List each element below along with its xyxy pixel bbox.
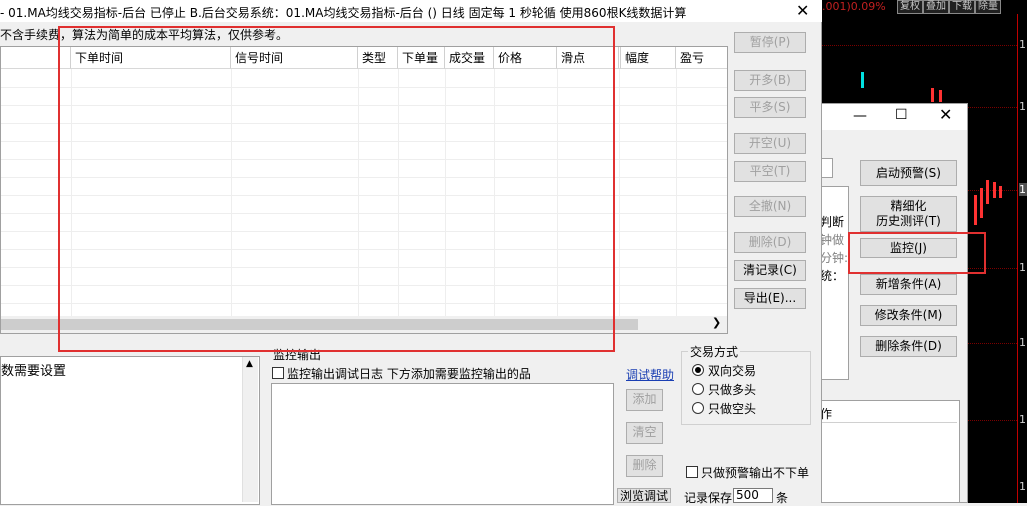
trade-mode-label: 交易方式 [688,343,741,360]
browse-debug-button[interactable]: 浏览调试 [617,488,671,503]
open-short-button[interactable]: 开空(U) [734,133,806,154]
button-line: 精细化 [890,199,927,213]
cancel-all-button[interactable]: 全撤(N) [734,196,806,217]
chart-btn-overlay[interactable]: 叠加 [923,0,949,14]
price-label: 1. [1019,413,1027,426]
highlight-box [58,26,615,352]
radio-label: 双向交易 [708,364,757,378]
close-long-button[interactable]: 平多(S) [734,97,806,118]
highlight-box [848,232,986,274]
table-column-line [619,69,620,317]
info-text: 钟做 [820,233,845,247]
radio-two-way[interactable] [692,364,704,376]
clear-log-button[interactable]: 清记录(C) [734,260,806,281]
condition-list-header: 作 [820,401,957,423]
export-button[interactable]: 导出(E)... [734,288,806,309]
delete-button[interactable]: 删除(D) [734,232,806,253]
keep-records-input[interactable]: 500 [733,488,773,503]
condition-dialog: — ☐ ✕ 判断 钟做 分钟: 统： 启动预警(S) 精细化 历史测评(T) 监… [818,103,968,503]
monitor-symbol-list[interactable] [271,383,614,505]
candle [986,180,989,204]
add-symbol-button[interactable]: 添加 [626,389,663,411]
keep-records-label: 记录保存 [684,491,733,505]
alert-only-label: 只做预警输出不下单 [701,466,810,480]
table-column-line [676,69,677,317]
price-label: 1. [1019,183,1027,196]
clear-symbols-button[interactable]: 清空 [626,422,663,444]
condition-list[interactable]: 作 [819,400,960,503]
chart-btn-volume[interactable]: 除量 [975,0,1001,14]
window-titlebar: - 01.MA均线交易指标-后台 已停止 B.后台交易系统：01.MA均线交易指… [0,0,822,22]
add-condition-button[interactable]: 新增条件(A) [860,274,957,295]
price-label: 1. [1019,480,1027,493]
alert-only-checkbox[interactable] [686,466,698,478]
info-text: 判断 [820,215,845,229]
close-icon[interactable]: ✕ [939,107,952,123]
price-label: 1. [1019,100,1027,113]
scroll-right-icon[interactable]: ❯ [712,316,721,329]
column-header-amplitude[interactable]: 幅度 [621,47,676,69]
candle [974,195,977,225]
candle [931,88,934,102]
window-title: - 01.MA均线交易指标-后台 已停止 B.后台交易系统：01.MA均线交易指… [0,6,687,20]
candle [980,188,983,218]
close-short-button[interactable]: 平空(T) [734,161,806,182]
keep-records-unit: 条 [776,491,789,505]
price-label: 1. [1019,336,1027,349]
button-line: 历史测评(T) [876,214,941,228]
chart-axis-line [1017,14,1018,503]
chart-top-text: .001)0.09% [822,0,886,13]
radio-long-only[interactable] [692,383,704,395]
maximize-icon[interactable]: ☐ [895,107,908,123]
delete-condition-button[interactable]: 删除条件(D) [860,336,957,357]
info-text: 分钟: [820,251,849,265]
chart-gridline [818,45,1017,46]
radio-label: 只做多头 [708,383,757,397]
debug-help-link[interactable]: 调试帮助 [626,366,674,383]
radio-label: 只做空头 [708,402,757,416]
scroll-up-icon[interactable]: ▲ [246,359,253,369]
chart-btn-download[interactable]: 下载 [949,0,975,14]
radio-short-only[interactable] [692,402,704,414]
close-icon[interactable]: ✕ [796,3,809,19]
price-label: 1. [1019,38,1027,51]
params-panel[interactable]: 数需要设置 ▲ [0,356,260,505]
dialog-titlebar: — ☐ ✕ [819,104,967,130]
pause-button[interactable]: 暂停(P) [734,32,806,53]
dialog-info-panel: 判断 钟做 分钟: 统： [819,186,849,380]
candle [939,90,942,102]
edit-condition-button[interactable]: 修改条件(M) [860,305,957,326]
price-label: 1. [1019,261,1027,274]
candle [861,72,864,88]
open-long-button[interactable]: 开多(B) [734,70,806,91]
candle [999,186,1002,198]
start-alert-button[interactable]: 启动预警(S) [860,160,957,186]
monitor-debug-checkbox[interactable] [272,367,284,379]
params-label: 数需要设置 [1,364,67,379]
column-header-pnl[interactable]: 盈亏 [676,47,727,69]
minimize-icon[interactable]: — [853,108,867,124]
vertical-scrollbar[interactable]: ▲ [242,357,258,502]
chart-btn-fuquan[interactable]: 复权 [897,0,923,14]
info-text: 统： [820,269,845,283]
remove-symbol-button[interactable]: 删除 [626,455,663,477]
candle [993,182,996,198]
monitor-debug-label: 监控输出调试日志 下方添加需要监控输出的品 [287,367,531,381]
historical-evaluation-button[interactable]: 精细化 历史测评(T) [860,196,957,232]
